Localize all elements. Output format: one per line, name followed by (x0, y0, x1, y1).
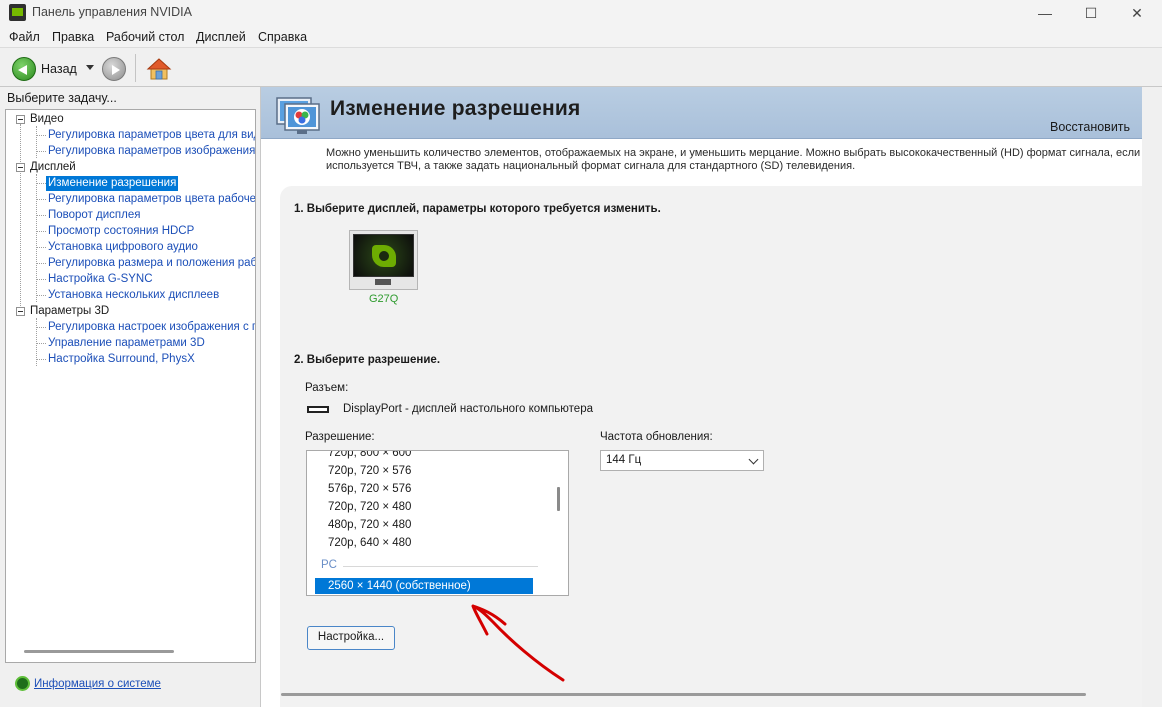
tree-category-video[interactable]: Видео (30, 112, 64, 127)
home-icon[interactable] (146, 56, 172, 82)
tree-connector (36, 183, 46, 184)
system-info-icon[interactable] (15, 676, 30, 691)
back-arrow-icon[interactable] (12, 57, 36, 81)
tree-connector (36, 247, 46, 248)
connector-label: Разъем: (305, 382, 349, 394)
minimize-button[interactable]: — (1022, 0, 1068, 26)
toolbar: Назад (0, 47, 1162, 87)
connector-value: DisplayPort - дисплей настольного компью… (343, 403, 593, 415)
menu-desktop[interactable]: Рабочий стол (106, 30, 184, 44)
tree-item-change-resolution[interactable]: Изменение разрешения (46, 176, 179, 191)
title-bar: Панель управления NVIDIA — ☐ ✕ (0, 0, 1162, 26)
dropdown-arrow-icon[interactable] (86, 65, 94, 70)
refresh-rate-label: Частота обновления: (600, 431, 713, 443)
resolution-list[interactable]: 720p, 800 × 600 720p, 720 × 576 576p, 72… (306, 450, 569, 596)
resolution-option[interactable]: 720p, 640 × 480 (328, 537, 411, 549)
tree-connector (36, 174, 37, 302)
menu-file[interactable]: Файл (9, 30, 40, 44)
resolution-option-selected[interactable]: 2560 × 1440 (собственное) (315, 578, 533, 594)
customize-button[interactable]: Настройка... (307, 626, 395, 650)
display-settings-icon (276, 97, 320, 134)
tree-connector (36, 135, 46, 136)
tree-item-digital-audio[interactable]: Установка цифрового аудио (48, 240, 198, 255)
tree-item-manage-3d[interactable]: Управление параметрами 3D (48, 336, 205, 351)
step2-title: 2. Выберите разрешение. (294, 354, 441, 366)
tree-horizontal-scrollbar[interactable] (24, 650, 174, 653)
tree-connector (36, 199, 46, 200)
displayport-icon (307, 406, 329, 413)
tree-category-3d[interactable]: Параметры 3D (30, 304, 109, 319)
restore-defaults-link[interactable]: Восстановить (1050, 120, 1130, 134)
settings-area: 1. Выберите дисплей, параметры которого … (280, 186, 1142, 707)
collapse-display-icon[interactable] (16, 163, 25, 172)
tree-item-hdcp-status[interactable]: Просмотр состояния HDCP (48, 224, 194, 239)
content-horizontal-scrollbar[interactable] (281, 693, 1086, 696)
resolution-label: Разрешение: (305, 431, 375, 443)
tree-item-desktop-size[interactable]: Регулировка размера и положения рабо (48, 256, 255, 271)
tree-item-gsync[interactable]: Настройка G-SYNC (48, 272, 153, 287)
toolbar-separator (135, 54, 136, 82)
tree-item-rotate-display[interactable]: Поворот дисплея (48, 208, 140, 223)
tree-connector (36, 263, 46, 264)
window-title: Панель управления NVIDIA (32, 5, 192, 19)
description-line: Можно уменьшить количество элементов, от… (326, 147, 1141, 159)
tree-connector (36, 359, 46, 360)
resolution-option[interactable]: 720p, 800 × 600 (328, 451, 411, 459)
nvidia-app-icon (9, 4, 26, 21)
forward-arrow-icon[interactable] (102, 57, 126, 81)
page-description: Можно уменьшить количество элементов, от… (326, 147, 1142, 173)
tree-item-3d-image-settings[interactable]: Регулировка настроек изображения с пр (48, 320, 255, 335)
page-title: Изменение разрешения (330, 97, 581, 120)
tree-connector (36, 151, 46, 152)
maximize-button[interactable]: ☐ (1068, 0, 1114, 26)
red-arrow-annotation (471, 604, 565, 682)
system-info-link[interactable]: Информация о системе (34, 678, 161, 690)
menu-display[interactable]: Дисплей (196, 30, 246, 44)
menu-help[interactable]: Справка (258, 30, 307, 44)
chevron-down-icon (748, 454, 759, 465)
tree-item-surround-physx[interactable]: Настройка Surround, PhysX (48, 352, 195, 367)
tree-category-display[interactable]: Дисплей (30, 160, 76, 175)
resolution-option[interactable]: 720p, 720 × 576 (328, 465, 411, 477)
back-button-label[interactable]: Назад (41, 62, 77, 76)
page-header: Изменение разрешения Восстановить (261, 87, 1142, 139)
resolution-option[interactable]: 576p, 720 × 576 (328, 483, 411, 495)
menu-edit[interactable]: Правка (52, 30, 94, 44)
tree-connector (20, 124, 21, 314)
resolution-option[interactable]: 720p, 720 × 480 (328, 501, 411, 513)
tree-connector (36, 231, 46, 232)
group-divider (343, 566, 538, 567)
description-line: используется ТВЧ, а также задать национа… (326, 160, 856, 172)
tree-item-desktop-color[interactable]: Регулировка параметров цвета рабочег (48, 192, 255, 207)
refresh-rate-value: 144 Гц (606, 454, 642, 466)
tree-connector (36, 295, 46, 296)
task-tree: Видео Регулировка параметров цвета для в… (5, 109, 256, 663)
refresh-rate-select[interactable]: 144 Гц (600, 450, 764, 471)
tree-connector (36, 343, 46, 344)
tree-connector (36, 279, 46, 280)
select-task-label: Выберите задачу... (7, 91, 117, 105)
tree-connector (36, 327, 46, 328)
resolution-list-scrollbar[interactable] (557, 487, 560, 511)
display-g27q-tile[interactable] (349, 230, 418, 290)
content-panel: Изменение разрешения Восстановить Можно … (260, 87, 1142, 707)
tree-connector (36, 215, 46, 216)
resolution-group-header: PC (321, 559, 337, 571)
collapse-video-icon[interactable] (16, 115, 25, 124)
tree-connector (36, 126, 37, 158)
resolution-option[interactable]: 480p, 720 × 480 (328, 519, 411, 531)
monitor-stand (375, 279, 391, 285)
tree-item-multiple-displays[interactable]: Установка нескольких дисплеев (48, 288, 219, 303)
tree-item-video-color[interactable]: Регулировка параметров цвета для вид (48, 128, 255, 143)
display-name[interactable]: G27Q (369, 293, 398, 305)
close-button[interactable]: ✕ (1114, 0, 1160, 26)
menu-bar: Файл Правка Рабочий стол Дисплей Справка (0, 26, 1162, 47)
step1-title: 1. Выберите дисплей, параметры которого … (294, 203, 661, 215)
monitor-icon (353, 234, 414, 277)
tree-item-video-image[interactable]: Регулировка параметров изображения д (48, 144, 255, 159)
collapse-3d-icon[interactable] (16, 307, 25, 316)
